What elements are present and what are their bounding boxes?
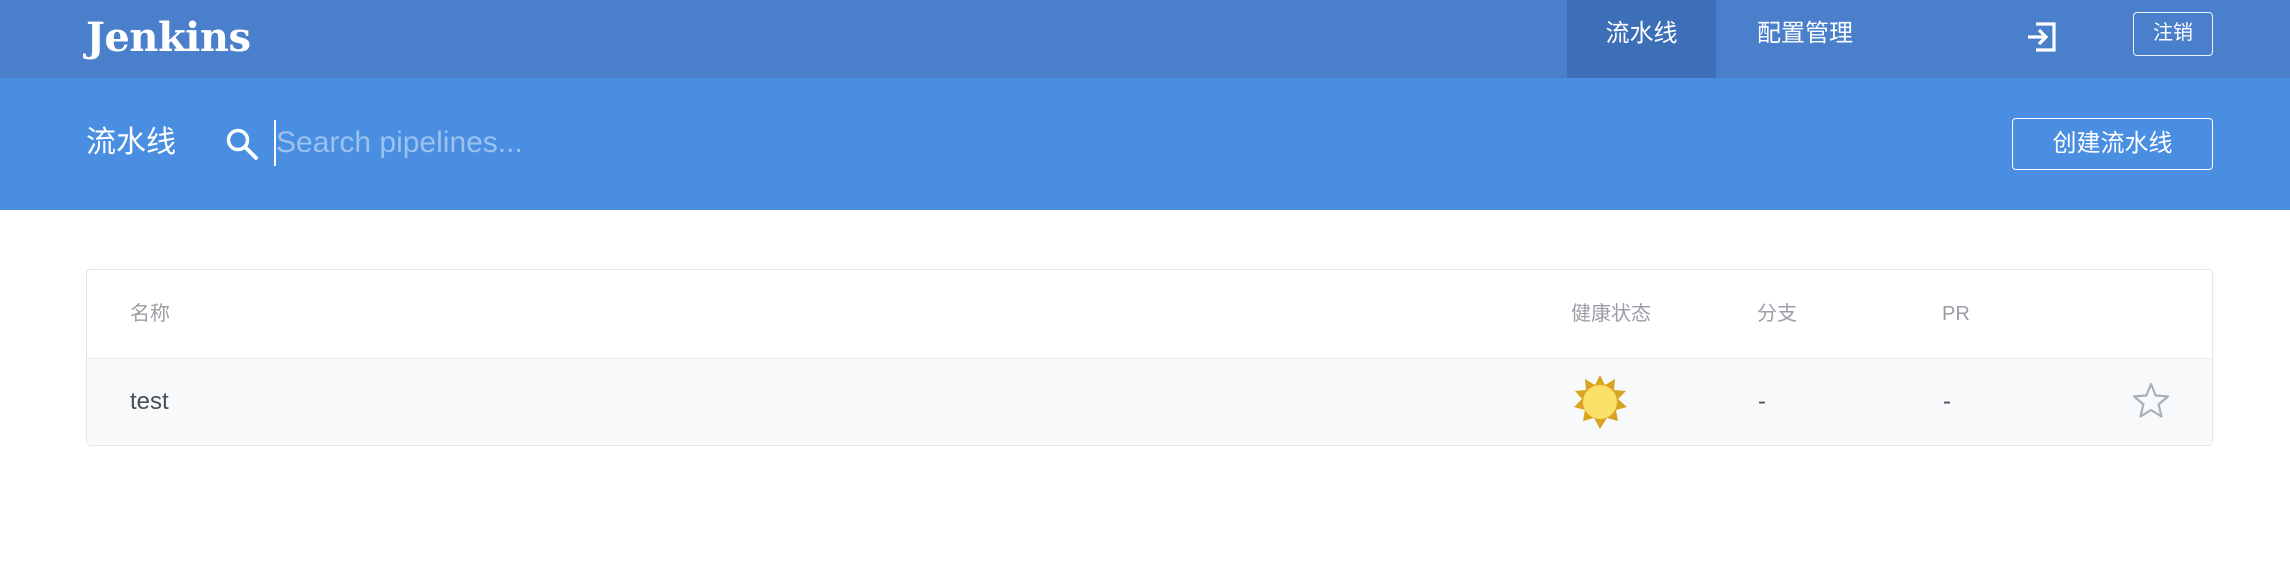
logout-button[interactable]: 注销 bbox=[2133, 12, 2213, 56]
pr-value: - bbox=[1943, 388, 1951, 415]
create-pipeline-button[interactable]: 创建流水线 bbox=[2012, 118, 2213, 170]
page-header: 流水线 创建流水线 bbox=[0, 78, 2290, 210]
jenkins-logo[interactable]: Jenkins bbox=[86, 10, 251, 66]
weather-sunny-icon bbox=[1574, 375, 1627, 429]
column-header-pr: PR bbox=[1942, 303, 1970, 325]
column-header-health: 健康状态 bbox=[1571, 303, 1651, 325]
nav-tab-pipelines[interactable]: 流水线 bbox=[1567, 0, 1716, 78]
favorite-star-icon[interactable] bbox=[2131, 381, 2171, 421]
search-input[interactable] bbox=[274, 120, 976, 166]
table-row[interactable]: test - - bbox=[87, 359, 2212, 445]
column-header-branches: 分支 bbox=[1757, 303, 1797, 325]
page-title: 流水线 bbox=[86, 126, 176, 159]
pipelines-table: 名称 健康状态 分支 PR test - - bbox=[86, 269, 2213, 446]
sign-in-icon[interactable] bbox=[2022, 18, 2060, 56]
nav-tab-administration[interactable]: 配置管理 bbox=[1716, 0, 1894, 78]
search-icon bbox=[226, 128, 258, 160]
pipeline-name[interactable]: test bbox=[130, 359, 169, 445]
branches-value: - bbox=[1758, 388, 1766, 415]
column-header-name: 名称 bbox=[130, 303, 170, 325]
top-nav-bar: Jenkins 流水线 配置管理 注销 bbox=[0, 0, 2290, 78]
table-header: 名称 健康状态 分支 PR bbox=[87, 270, 2212, 359]
